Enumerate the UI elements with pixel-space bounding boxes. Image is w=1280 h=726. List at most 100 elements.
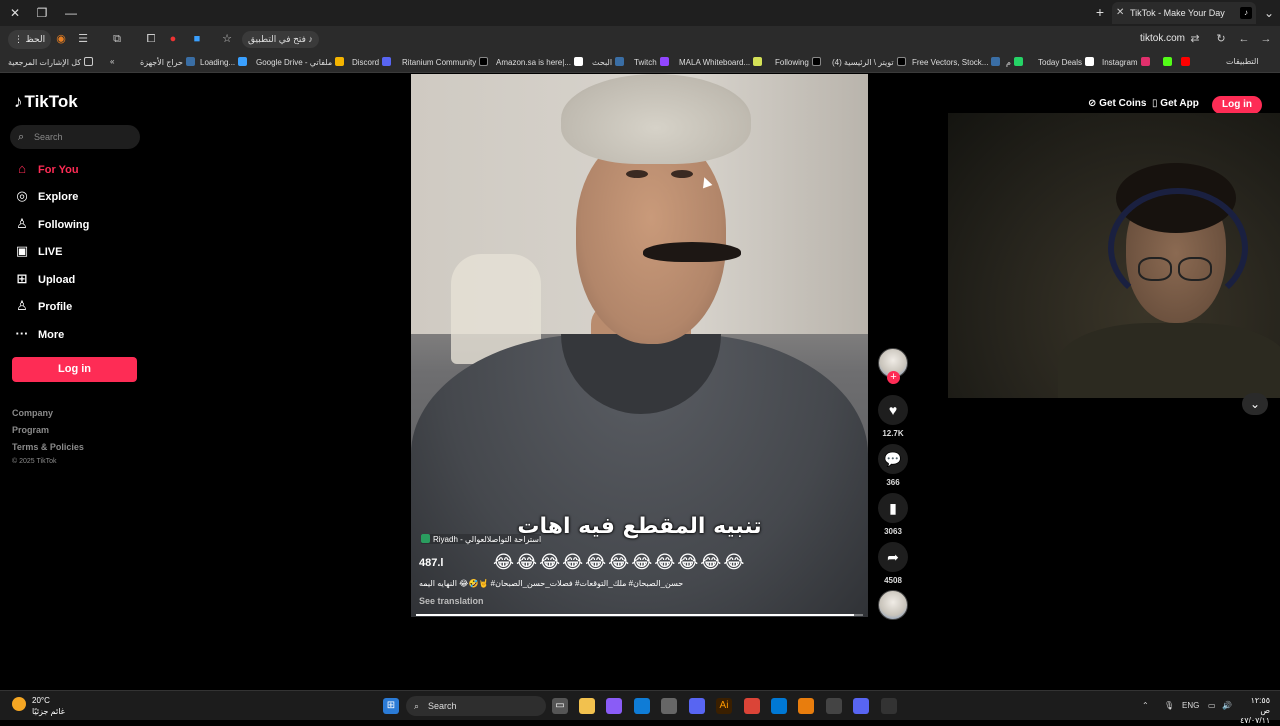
tiktok-logo[interactable]: ♪ TikTok (14, 92, 78, 112)
bookmark-free-vectors[interactable]: Free Vectors, Stock... (912, 57, 1001, 67)
minimize-window-icon[interactable]: — (62, 4, 80, 22)
nav-profile[interactable]: ♙ Profile (14, 296, 72, 316)
discord-alt-icon[interactable] (853, 698, 869, 714)
get-coins-link[interactable]: ⊘ Get Coins (1088, 98, 1146, 109)
discord-icon[interactable] (689, 698, 705, 714)
bookmark-mala[interactable]: MALA Whiteboard... (679, 57, 763, 67)
tab-tiktok[interactable]: ✕ TikTok - Make Your Day ♪ (1112, 2, 1256, 24)
bookmark-label: التطبيقات (1226, 57, 1259, 66)
bookmark-loading[interactable]: Loading... (200, 57, 248, 67)
file-explorer-icon[interactable] (579, 698, 595, 714)
music-disc-avatar[interactable] (878, 590, 908, 620)
screenshot-icon[interactable]: ⧉ (110, 32, 124, 46)
bookmark-amazon[interactable]: Amazon.sa is here|... (496, 57, 583, 67)
see-translation-link[interactable]: See translation (419, 596, 484, 606)
bookmark-haraj[interactable]: حراج الأجهزة (140, 57, 195, 67)
get-app-link[interactable]: ▯ Get App (1152, 98, 1199, 109)
video-progress-bar[interactable] (416, 614, 863, 616)
back-icon[interactable]: ← (1237, 32, 1251, 46)
microphone-icon[interactable]: 🎙 (1164, 701, 1174, 710)
taskbar-clock[interactable]: ١٢:٥٥ ص ٤٧/٠٧/١١ (1240, 696, 1270, 726)
bookmark-instagram[interactable]: Instagram (1102, 57, 1150, 67)
language-indicator[interactable]: ENG (1182, 701, 1199, 710)
reading-list-icon[interactable]: ☰ (76, 32, 90, 46)
new-tab-button[interactable]: + (1092, 3, 1108, 21)
video-player[interactable]: تنبيه المقطع فيه اهات Riyadh - استراحة ا… (411, 74, 868, 617)
start-icon[interactable]: ⊞ (383, 698, 399, 714)
outlook-icon[interactable] (771, 698, 787, 714)
location-pin-icon (421, 534, 430, 543)
extension-blue-icon[interactable]: ■ (190, 32, 204, 46)
restore-window-icon[interactable]: ❐ (33, 4, 51, 22)
nav-for-you[interactable]: ⌂ For You (14, 159, 78, 179)
search-placeholder: Search (34, 132, 63, 142)
youtube-icon[interactable] (1178, 57, 1190, 67)
extension-icon[interactable]: ◉ (54, 32, 68, 46)
edge-icon[interactable] (634, 698, 650, 714)
taskbar-search[interactable]: ⌕ Search (406, 696, 546, 716)
bookmark-label: Google Drive - ملفاتي (256, 58, 333, 67)
bookmark-label: MALA Whiteboard... (679, 58, 751, 67)
network-icon[interactable]: ▭ (1208, 701, 1216, 710)
close-window-icon[interactable]: ✕ (6, 4, 24, 22)
bookmark-search[interactable]: البحث (592, 57, 625, 67)
x-icon (479, 57, 489, 66)
volume-icon[interactable]: 🔊 (1222, 701, 1232, 710)
task-view-icon[interactable]: ▭ (552, 698, 568, 714)
save-button[interactable]: ▮ (878, 493, 908, 523)
obs-icon[interactable] (881, 698, 897, 714)
header-login-button[interactable]: Log in (1212, 96, 1262, 114)
video-author[interactable]: 487.l (419, 557, 443, 569)
footer-company-link[interactable]: Company (12, 408, 53, 418)
close-tab-icon[interactable]: ✕ (1116, 2, 1124, 24)
bookmark-all[interactable]: كل الإشارات المرجعية (8, 57, 94, 67)
nav-following[interactable]: ♙ Following (14, 214, 89, 234)
extensions-puzzle-icon[interactable]: ⧠ (144, 32, 158, 46)
bookmark-twitch[interactable]: Twitch (634, 57, 669, 67)
footer-program-link[interactable]: Program (12, 425, 49, 435)
bookmark-whatsapp[interactable]: م (1006, 57, 1023, 67)
nav-upload[interactable]: ⊞ Upload (14, 269, 76, 289)
search-input[interactable]: ⌕ Search (10, 125, 140, 149)
search-icon: ⌕ (414, 701, 420, 711)
illustrator-icon[interactable]: Ai (716, 698, 732, 714)
open-in-app-button[interactable]: فتح في التطبيق ♪ (242, 31, 319, 48)
nav-explore[interactable]: ◎ Explore (14, 186, 78, 206)
bookmark-ritanium[interactable]: Ritanium Community (402, 57, 489, 67)
calculator-icon[interactable] (826, 698, 842, 714)
tab-search-icon[interactable]: ⌄ (1260, 4, 1278, 22)
site-settings-icon[interactable]: ⇄ (1188, 32, 1202, 46)
extension-red-icon[interactable]: ● (166, 32, 180, 46)
profile-menu-button[interactable]: ⋮ الحظ (8, 30, 52, 49)
nav-more[interactable]: ··· More (14, 324, 65, 344)
weather-widget[interactable]: 20°C غائم جزئيًا (12, 695, 65, 717)
comment-button[interactable]: 💬 (878, 444, 908, 474)
chrome-icon[interactable] (744, 698, 760, 714)
whatsapp-icon (1013, 57, 1023, 66)
nav-live[interactable]: ▣ LIVE (14, 241, 63, 261)
tray-overflow-icon[interactable]: ⌃ (1142, 701, 1149, 710)
sidebar-login-button[interactable]: Log in (12, 357, 137, 382)
follow-plus-icon[interactable]: + (887, 371, 900, 384)
blender-icon[interactable] (798, 698, 814, 714)
share-button[interactable]: ➦ (878, 542, 908, 572)
bookmark-apps[interactable]: التطبيقات (1208, 57, 1258, 66)
url-text[interactable]: tiktok.com (1140, 33, 1185, 44)
reload-icon[interactable]: ↻ (1214, 32, 1228, 46)
bookmark-following[interactable]: Following (775, 57, 821, 67)
footer-terms-link[interactable]: Terms & Policies (12, 442, 84, 452)
chevron-left-icon[interactable]: « (110, 57, 114, 66)
forward-icon[interactable]: → (1259, 32, 1273, 46)
kick-icon[interactable] (1160, 57, 1172, 67)
bookmark-google-drive[interactable]: Google Drive - ملفاتي (256, 57, 345, 67)
video-location[interactable]: Riyadh - استراحة التواصلالعوالي (421, 534, 542, 544)
store-icon[interactable] (661, 698, 677, 714)
copilot-icon[interactable] (606, 698, 622, 714)
next-video-button[interactable]: ⌄ (1242, 393, 1268, 415)
bookmark-star-icon[interactable]: ☆ (220, 32, 234, 46)
like-button[interactable]: ♥ (878, 395, 908, 425)
bookmark-today-deals[interactable]: Today Deals (1038, 57, 1095, 67)
bookmark-discord[interactable]: Discord (352, 57, 392, 67)
bookmark-twitter[interactable]: (4) تويتر \ الرئيسية (832, 57, 906, 67)
profile-icon: ♙ (16, 298, 28, 313)
